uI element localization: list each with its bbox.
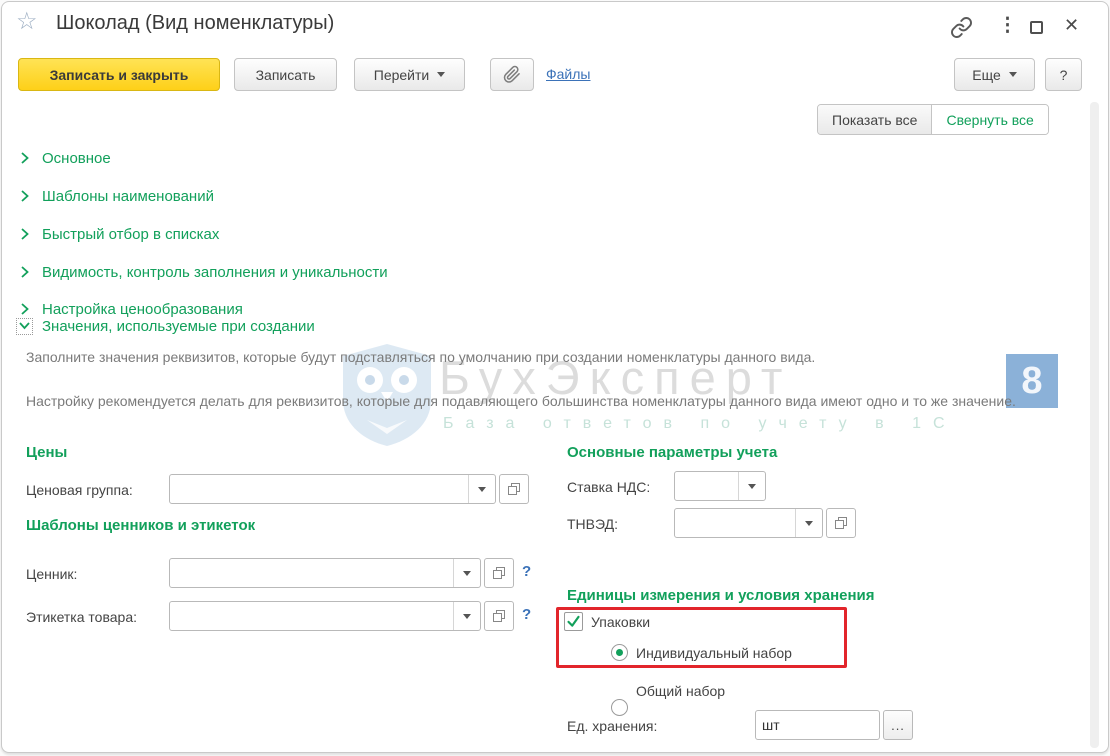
dropdown-button[interactable] bbox=[738, 472, 765, 500]
section-link-default-values[interactable]: Значения, используемые при создании bbox=[16, 316, 315, 336]
dropdown-button[interactable] bbox=[795, 509, 822, 537]
dropdown-button[interactable] bbox=[453, 559, 480, 587]
save-and-close-label: Записать и закрыть bbox=[49, 66, 189, 83]
collapse-all-button[interactable]: Свернуть все bbox=[932, 105, 1048, 134]
goto-label: Перейти bbox=[373, 66, 430, 83]
storage-unit-input[interactable] bbox=[756, 711, 879, 739]
vat-rate-field[interactable] bbox=[674, 471, 766, 501]
open-list-icon bbox=[493, 610, 505, 622]
price-tag-field[interactable] bbox=[169, 558, 481, 588]
save-and-close-button[interactable]: Записать и закрыть bbox=[18, 58, 220, 91]
chevron-right-icon bbox=[21, 228, 29, 240]
more-button[interactable]: Еще bbox=[954, 58, 1035, 91]
dropdown-button[interactable] bbox=[468, 475, 495, 503]
chevron-down-icon bbox=[805, 520, 813, 526]
window-title: Шоколад (Вид номенклатуры) bbox=[56, 12, 335, 34]
paperclip-icon bbox=[503, 65, 520, 83]
watermark-tagline: База ответов по учету в 1С bbox=[443, 415, 957, 432]
section-link-quick-filter[interactable]: Быстрый отбор в списках bbox=[18, 224, 219, 244]
section-label: Быстрый отбор в списках bbox=[42, 225, 220, 243]
form-window: БухЭксперт 8 База ответов по учету в 1С … bbox=[1, 1, 1109, 753]
chevron-down-icon bbox=[478, 486, 486, 492]
common-set-label[interactable]: Общий набор bbox=[636, 683, 725, 699]
units-heading: Единицы измерения и условия хранения bbox=[567, 587, 875, 604]
storage-unit-select-button[interactable]: ... bbox=[883, 710, 913, 740]
tag-templates-heading: Шаблоны ценников и этикеток bbox=[26, 517, 256, 534]
section-label: Шаблоны наименований bbox=[42, 187, 214, 205]
storage-unit-field[interactable] bbox=[755, 710, 880, 740]
dropdown-button[interactable] bbox=[453, 602, 480, 630]
tnved-field[interactable] bbox=[674, 508, 823, 538]
common-set-radio[interactable] bbox=[611, 699, 628, 716]
packages-checkbox[interactable] bbox=[564, 612, 583, 631]
chevron-right-icon bbox=[21, 190, 29, 202]
section-link-main[interactable]: Основное bbox=[18, 148, 111, 168]
section-label: Значения, используемые при создании bbox=[42, 317, 315, 335]
chevron-down-icon bbox=[463, 613, 471, 619]
maximize-icon[interactable] bbox=[1030, 21, 1043, 34]
open-list-icon bbox=[835, 517, 847, 529]
chevron-down-icon bbox=[19, 322, 30, 330]
close-icon[interactable]: ✕ bbox=[1064, 16, 1079, 34]
attachments-button[interactable] bbox=[490, 58, 534, 91]
vertical-scrollbar[interactable] bbox=[1090, 102, 1099, 748]
chevron-focus-box bbox=[16, 317, 33, 335]
price-group-open-button[interactable] bbox=[499, 474, 529, 504]
favorite-star-icon[interactable]: ☆ bbox=[16, 10, 38, 34]
get-link-icon[interactable] bbox=[950, 16, 973, 39]
save-button[interactable]: Записать bbox=[234, 58, 337, 91]
tnved-open-button[interactable] bbox=[826, 508, 856, 538]
open-list-icon bbox=[508, 483, 520, 495]
packages-label[interactable]: Упаковки bbox=[591, 614, 650, 630]
tnved-label: ТНВЭД: bbox=[567, 516, 618, 532]
check-icon bbox=[567, 615, 580, 627]
price-tag-label: Ценник: bbox=[26, 566, 78, 582]
section-label: Настройка ценообразования bbox=[42, 300, 243, 318]
chevron-right-icon bbox=[21, 266, 29, 278]
vat-rate-input[interactable] bbox=[675, 472, 738, 500]
product-label-help[interactable]: ? bbox=[522, 606, 531, 623]
chevron-down-icon bbox=[437, 72, 446, 77]
chevron-right-icon bbox=[21, 303, 29, 315]
product-label-field[interactable] bbox=[169, 601, 481, 631]
prices-heading: Цены bbox=[26, 444, 68, 461]
chevron-down-icon bbox=[463, 570, 471, 576]
files-link[interactable]: Файлы bbox=[546, 66, 590, 82]
price-group-label: Ценовая группа: bbox=[26, 482, 133, 498]
vat-rate-label: Ставка НДС: bbox=[567, 479, 651, 495]
section-link-name-templates[interactable]: Шаблоны наименований bbox=[18, 186, 214, 206]
help-label: ? bbox=[1059, 66, 1068, 83]
help-button[interactable]: ? bbox=[1045, 58, 1082, 91]
description-para1: Заполните значения реквизитов, которые б… bbox=[26, 349, 816, 365]
more-menu-dots-icon[interactable]: ⋮ bbox=[998, 16, 1017, 35]
goto-button[interactable]: Перейти bbox=[354, 58, 465, 91]
chevron-down-icon bbox=[1008, 72, 1017, 77]
description-para2: Настройку рекомендуется делать для рекви… bbox=[26, 393, 1016, 409]
price-tag-help[interactable]: ? bbox=[522, 563, 531, 580]
view-controls: Показать все Свернуть все bbox=[817, 104, 1049, 135]
storage-unit-label: Ед. хранения: bbox=[567, 718, 658, 734]
section-link-visibility[interactable]: Видимость, контроль заполнения и уникаль… bbox=[18, 262, 388, 282]
product-label-open-button[interactable] bbox=[484, 601, 514, 631]
chevron-right-icon bbox=[21, 152, 29, 164]
save-label: Записать bbox=[255, 66, 316, 83]
accounting-heading: Основные параметры учета bbox=[567, 444, 778, 461]
tnved-input[interactable] bbox=[675, 509, 795, 537]
open-list-icon bbox=[493, 567, 505, 579]
show-all-button[interactable]: Показать все bbox=[818, 105, 933, 134]
price-group-field[interactable] bbox=[169, 474, 496, 504]
section-label: Видимость, контроль заполнения и уникаль… bbox=[42, 263, 388, 281]
product-label-label: Этикетка товара: bbox=[26, 609, 137, 625]
more-label: Еще bbox=[972, 66, 1001, 83]
price-group-input[interactable] bbox=[170, 475, 468, 503]
section-label: Основное bbox=[42, 149, 111, 167]
product-label-input[interactable] bbox=[170, 602, 453, 630]
individual-set-label[interactable]: Индивидуальный набор bbox=[636, 645, 792, 661]
price-tag-input[interactable] bbox=[170, 559, 453, 587]
chevron-down-icon bbox=[748, 483, 756, 489]
individual-set-radio[interactable] bbox=[611, 644, 628, 661]
price-tag-open-button[interactable] bbox=[484, 558, 514, 588]
